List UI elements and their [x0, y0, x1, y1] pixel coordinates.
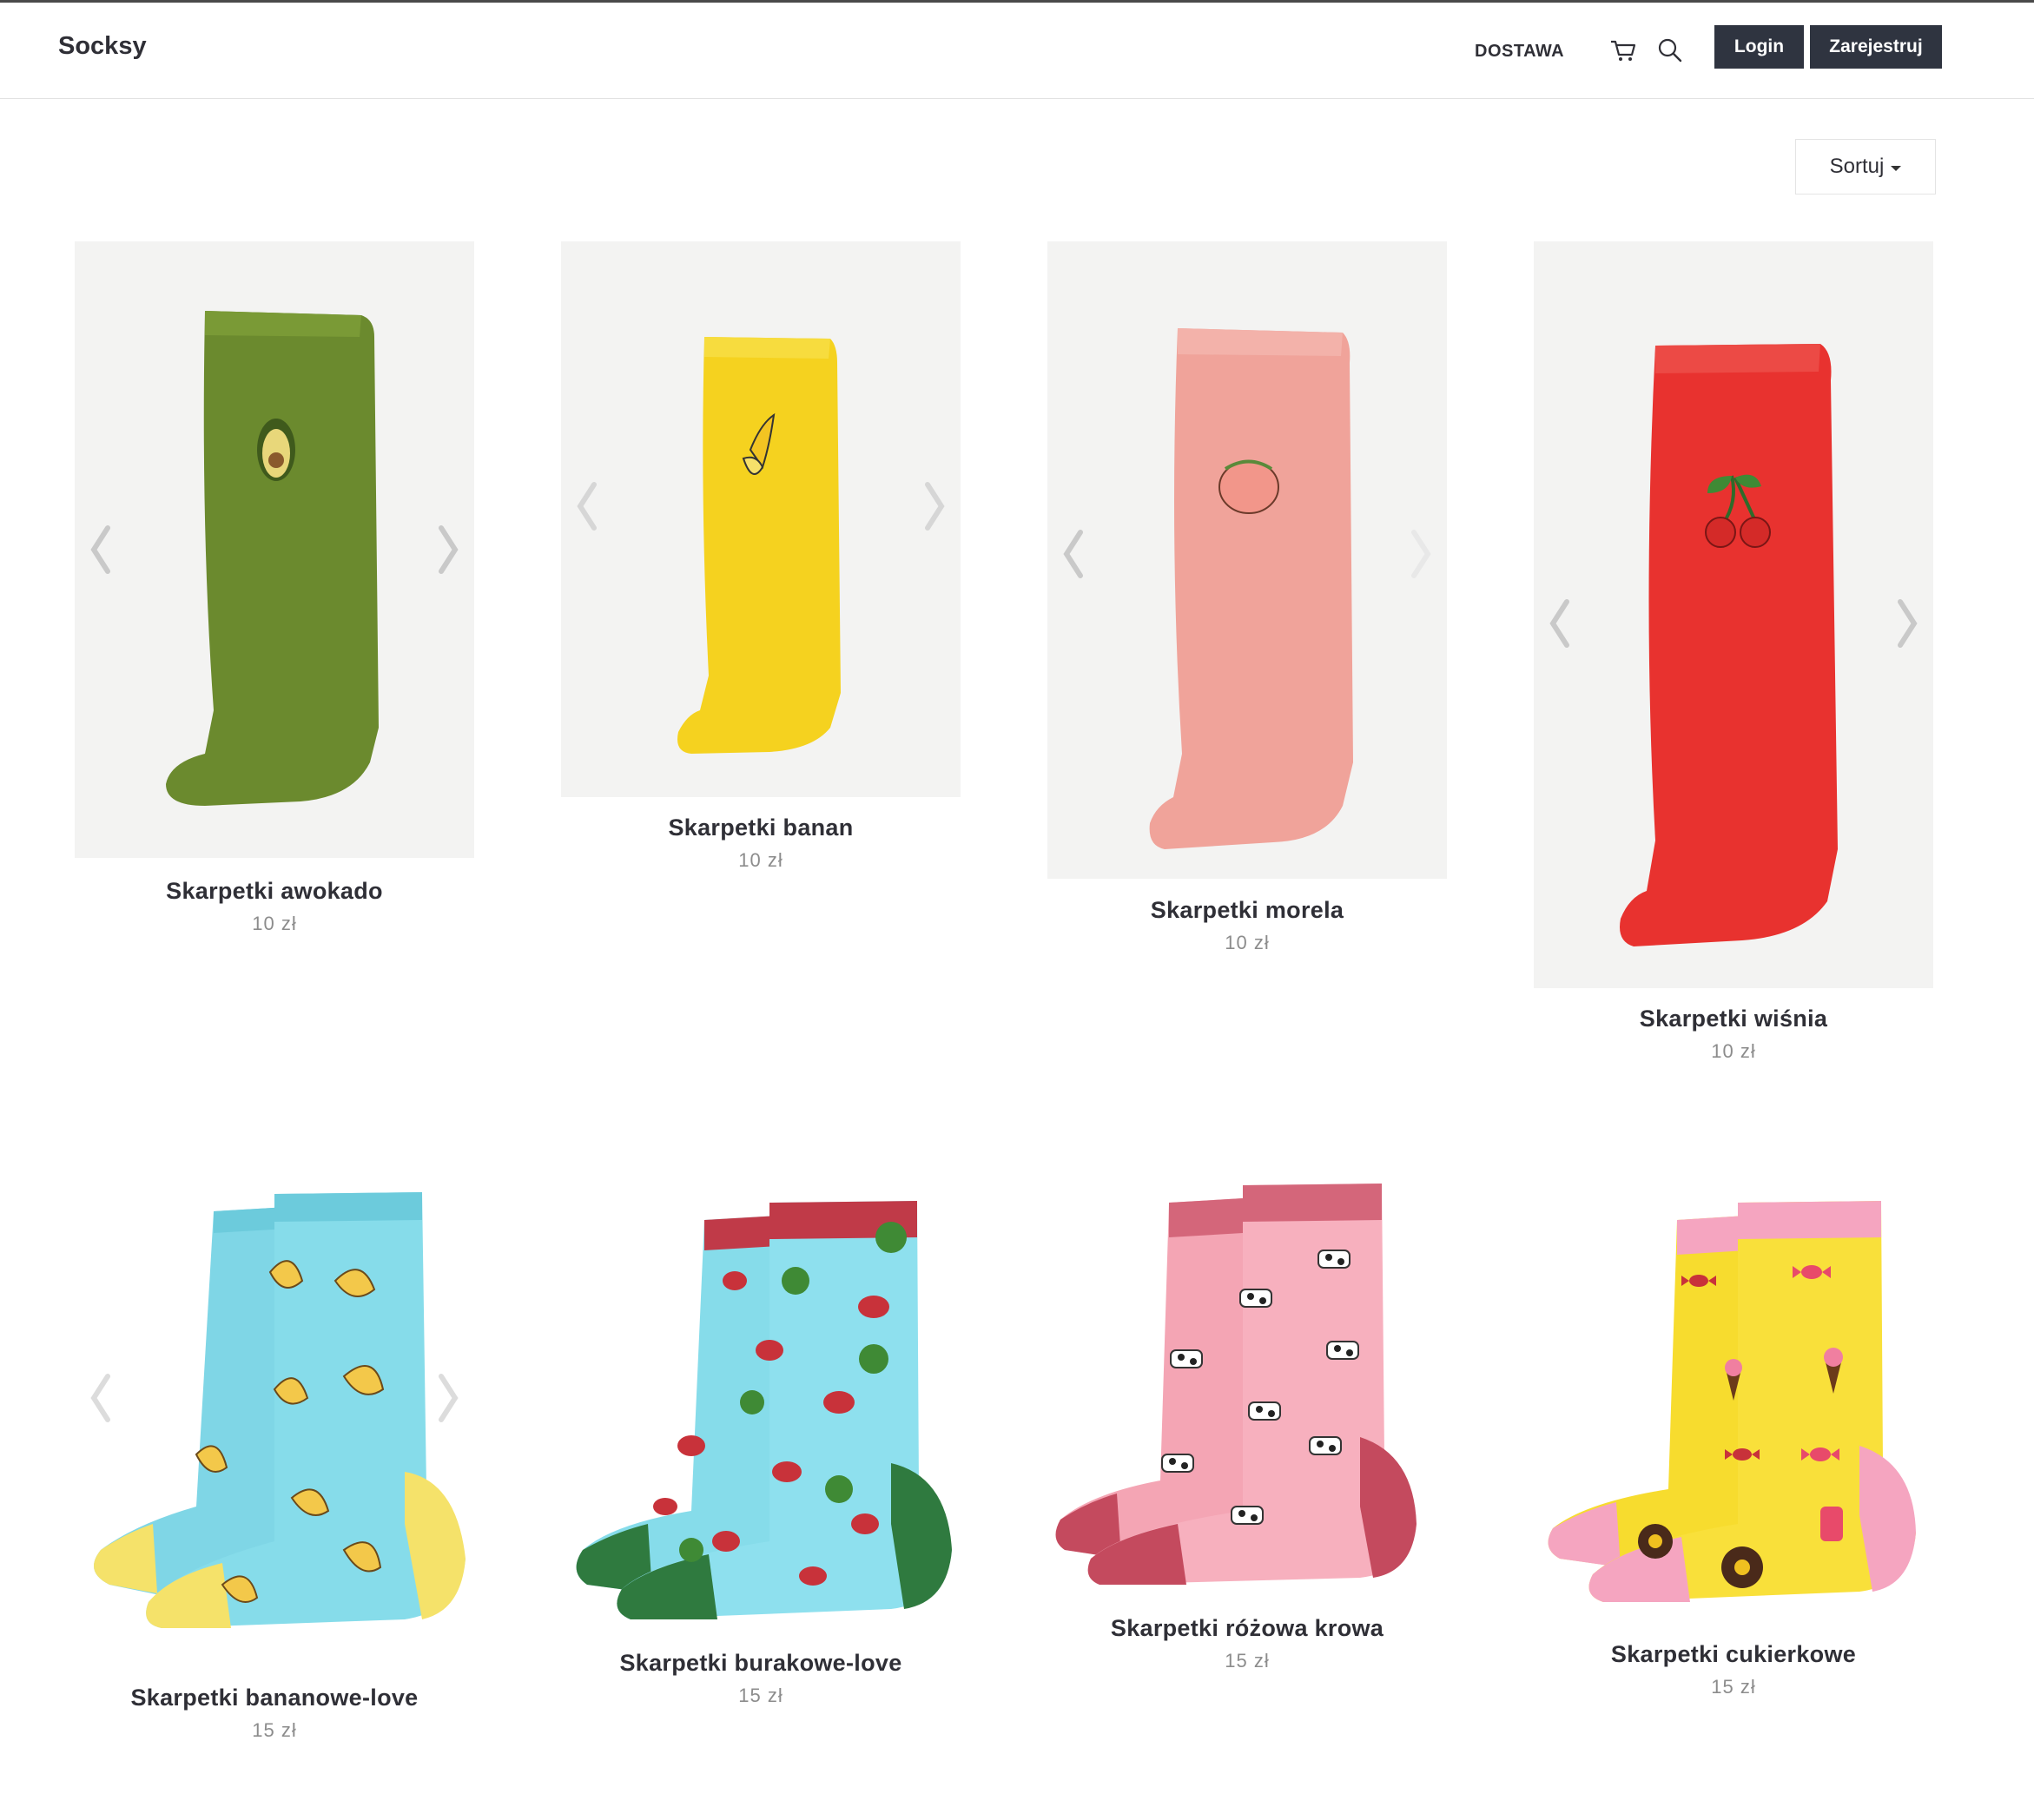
product-price: 15 zł	[738, 1685, 783, 1706]
product-price: 10 zł	[738, 849, 783, 871]
product-title[interactable]: Skarpetki awokado	[75, 878, 474, 905]
chevron-left-icon[interactable]	[1542, 593, 1577, 654]
login-button[interactable]: Login	[1714, 25, 1804, 69]
product-card[interactable]: Skarpetki morela 10 zł	[1047, 241, 1447, 962]
product-title[interactable]: Skarpetki banan	[561, 814, 961, 841]
product-price: 15 zł	[1711, 1676, 1756, 1698]
sock-photo	[561, 1177, 961, 1628]
product-image[interactable]	[561, 241, 961, 797]
chevron-right-icon[interactable]	[1890, 593, 1925, 654]
product-image[interactable]	[561, 1177, 961, 1628]
brand-logo[interactable]: Socksy	[58, 32, 147, 61]
caret-down-icon	[1891, 165, 1902, 171]
product-card[interactable]: Skarpetki bananowe-love 15 zł	[75, 1177, 474, 1750]
register-button[interactable]: Zarejestruj	[1810, 25, 1942, 69]
product-card[interactable]: Skarpetki burakowe-love 15 zł	[561, 1177, 961, 1715]
product-title[interactable]: Skarpetki morela	[1047, 897, 1447, 924]
product-image[interactable]	[1534, 241, 1933, 988]
cart-icon[interactable]	[1608, 36, 1638, 65]
product-title[interactable]: Skarpetki wiśnia	[1534, 1006, 1933, 1032]
product-price: 10 zł	[252, 913, 297, 934]
sock-photo	[1047, 241, 1447, 879]
chevron-left-icon[interactable]	[1056, 524, 1091, 584]
chevron-right-icon[interactable]	[431, 1368, 466, 1428]
product-title[interactable]: Skarpetki burakowe-love	[561, 1650, 961, 1677]
product-card[interactable]: Skarpetki wiśnia 10 zł	[1534, 241, 1933, 1075]
product-image[interactable]	[1047, 241, 1447, 879]
chevron-right-icon[interactable]	[1403, 524, 1438, 584]
sock-photo	[561, 241, 961, 797]
chevron-left-icon[interactable]	[83, 1368, 118, 1428]
site-header: Socksy DOSTAWA Login Zarejestruj	[0, 3, 2034, 99]
chevron-left-icon[interactable]	[570, 476, 604, 537]
sock-photo	[1047, 1177, 1447, 1593]
product-card[interactable]: Skarpetki awokado 10 zł	[75, 241, 474, 945]
product-image[interactable]	[1534, 1177, 1933, 1619]
product-card[interactable]: Skarpetki cukierkowe 15 zł	[1534, 1177, 1933, 1706]
product-price: 10 zł	[1711, 1040, 1756, 1062]
product-card[interactable]: Skarpetki banan 10 zł	[561, 241, 961, 875]
sock-photo	[1534, 241, 1933, 988]
product-title[interactable]: Skarpetki cukierkowe	[1534, 1641, 1933, 1668]
product-image[interactable]	[75, 241, 474, 858]
chevron-right-icon[interactable]	[917, 476, 952, 537]
chevron-left-icon[interactable]	[83, 519, 118, 580]
product-image[interactable]	[75, 1177, 474, 1663]
product-title[interactable]: Skarpetki różowa krowa	[1047, 1615, 1447, 1642]
product-card[interactable]: Skarpetki różowa krowa 15 zł	[1047, 1177, 1447, 1680]
sock-photo	[75, 1177, 474, 1663]
product-price: 15 zł	[252, 1719, 297, 1741]
product-image[interactable]	[1047, 1177, 1447, 1593]
sort-label: Sortuj	[1829, 155, 1885, 178]
product-price: 10 zł	[1225, 932, 1270, 953]
search-icon[interactable]	[1655, 36, 1685, 65]
sort-dropdown[interactable]: Sortuj	[1795, 139, 1936, 195]
chevron-right-icon[interactable]	[431, 519, 466, 580]
sock-photo	[1534, 1177, 1933, 1619]
sock-photo	[75, 241, 474, 858]
product-title[interactable]: Skarpetki bananowe-love	[75, 1685, 474, 1711]
product-price: 15 zł	[1225, 1650, 1270, 1672]
nav-delivery-link[interactable]: DOSTAWA	[1475, 42, 1564, 62]
